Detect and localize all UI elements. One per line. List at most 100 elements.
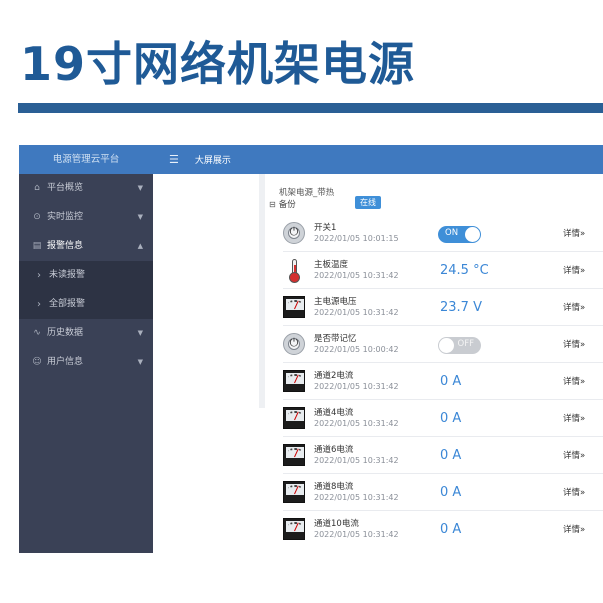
detail-link[interactable]: 详情» (563, 227, 585, 239)
banner-title: 19寸网络机架电源 (20, 37, 416, 91)
sidebar-subitem-all-alarms[interactable]: › 全部报警 (19, 290, 153, 319)
meter-icon (283, 296, 305, 318)
detail-link[interactable]: 详情» (563, 486, 585, 498)
item-value: 0 A (440, 374, 462, 389)
chevron-right-icon: › (37, 299, 41, 310)
device-panel: 机架电源_带热 ⊟ 备份 在线 ⏻ 开关1 2022/01/05 10:01:1… (267, 174, 603, 553)
list-item: 主电源电压 2022/01/05 10:31:42 23.7 V 详情» (283, 289, 603, 326)
toggle-knob (465, 227, 480, 242)
item-value: 0 A (440, 522, 462, 537)
page: 19寸网络机架电源 电源管理云平台 ⌂ 平台概览 ▼ ⊙ 实时监控 ▼ ▤ 报警… (0, 0, 603, 603)
meter-icon (283, 518, 305, 540)
chevron-down-icon: ▼ (137, 329, 143, 337)
sidebar-subitem-unread-alarms[interactable]: › 未读报警 (19, 261, 153, 290)
sidebar-item-history[interactable]: ∿ 历史数据 ▼ (19, 319, 153, 348)
chevron-down-icon: ▼ (137, 213, 143, 221)
item-value: 0 A (440, 485, 462, 500)
top-bar: ☰ 大屏展示 (153, 145, 603, 174)
list-item: ⏻ 是否带记忆 2022/01/05 10:00:42 OFF 详情» (283, 326, 603, 363)
item-name: 通道4电流 (314, 408, 354, 418)
big-screen-link[interactable]: 大屏展示 (195, 153, 231, 166)
chevron-down-icon: ▼ (137, 184, 143, 192)
chevron-up-icon: ▲ (137, 242, 143, 250)
item-name: 通道6电流 (314, 445, 354, 455)
blank-column (153, 174, 259, 553)
detail-link[interactable]: 详情» (563, 375, 585, 387)
item-value: 24.5 °C (440, 263, 489, 278)
list-item: 通道2电流 2022/01/05 10:31:42 0 A 详情» (283, 363, 603, 400)
item-timestamp: 2022/01/05 10:31:42 (314, 271, 399, 280)
sidebar-item-label: 实时监控 (47, 212, 84, 222)
meter-icon (283, 407, 305, 429)
detail-link[interactable]: 详情» (563, 264, 585, 276)
item-value: 0 A (440, 411, 462, 426)
sidebar-item-label: 历史数据 (47, 328, 84, 338)
meter-icon (283, 481, 305, 503)
sidebar-subitem-label: 全部报警 (49, 299, 86, 309)
toggle-knob (439, 338, 454, 353)
item-timestamp: 2022/01/05 10:31:42 (314, 419, 399, 428)
thermometer-icon (283, 259, 305, 283)
item-name: 通道2电流 (314, 371, 354, 381)
item-value: 23.7 V (440, 300, 482, 315)
alarm-icon: ▤ (32, 241, 42, 251)
sidebar-item-monitor[interactable]: ⊙ 实时监控 ▼ (19, 203, 153, 232)
sidebar-item-overview[interactable]: ⌂ 平台概览 ▼ (19, 174, 153, 203)
sidebar-brand: 电源管理云平台 (19, 145, 153, 174)
chevron-down-icon: ▼ (137, 358, 143, 366)
detail-link[interactable]: 详情» (563, 523, 585, 535)
list-item: ⏻ 开关1 2022/01/05 10:01:15 ON 详情» (283, 215, 603, 252)
power-icon: ⏻ (283, 333, 305, 355)
item-name: 开关1 (314, 223, 337, 233)
sidebar-item-label: 报警信息 (47, 241, 84, 251)
sidebar-subitem-label: 未读报警 (49, 270, 86, 280)
list-item: 通道10电流 2022/01/05 10:31:42 0 A 详情» (283, 511, 603, 548)
item-timestamp: 2022/01/05 10:31:42 (314, 382, 399, 391)
device-backup[interactable]: ⊟ 备份 (269, 198, 296, 211)
detail-link[interactable]: 详情» (563, 338, 585, 350)
toggle-label: ON (445, 228, 459, 238)
detail-link[interactable]: 详情» (563, 301, 585, 313)
list-item: 通道8电流 2022/01/05 10:31:42 0 A 详情» (283, 474, 603, 511)
menu-toggle-icon[interactable]: ☰ (169, 153, 179, 166)
list-item: 通道4电流 2022/01/05 10:31:42 0 A 详情» (283, 400, 603, 437)
history-icon: ∿ (33, 328, 41, 338)
switch-toggle[interactable]: ON (438, 226, 481, 243)
item-value: 0 A (440, 448, 462, 463)
status-badge: 在线 (355, 196, 381, 209)
sidebar-item-label: 用户信息 (47, 357, 84, 367)
home-icon: ⌂ (34, 183, 40, 193)
meter-icon (283, 370, 305, 392)
monitor-icon: ⊙ (33, 212, 41, 222)
meter-icon (283, 444, 305, 466)
app-screenshot: 电源管理云平台 ⌂ 平台概览 ▼ ⊙ 实时监控 ▼ ▤ 报警信息 ▲ › 未读报… (19, 145, 603, 553)
device-name: 机架电源_带热 (279, 188, 335, 198)
scrollbar[interactable] (259, 174, 265, 408)
item-timestamp: 2022/01/05 10:31:42 (314, 493, 399, 502)
backup-icon: ⊟ (269, 199, 276, 209)
item-name: 是否带记忆 (314, 334, 357, 344)
list-item: 通道6电流 2022/01/05 10:31:42 0 A 详情» (283, 437, 603, 474)
item-timestamp: 2022/01/05 10:31:42 (314, 308, 399, 317)
banner-divider (18, 103, 603, 113)
detail-link[interactable]: 详情» (563, 412, 585, 424)
sidebar-item-alarms[interactable]: ▤ 报警信息 ▲ (19, 232, 153, 261)
alarm-submenu: › 未读报警 › 全部报警 (19, 261, 153, 319)
power-icon: ⏻ (283, 222, 305, 244)
sidebar-item-users[interactable]: ☺ 用户信息 ▼ (19, 348, 153, 377)
list-item: 主板温度 2022/01/05 10:31:42 24.5 °C 详情» (283, 252, 603, 289)
backup-label: 备份 (278, 200, 296, 210)
detail-link[interactable]: 详情» (563, 449, 585, 461)
item-timestamp: 2022/01/05 10:01:15 (314, 234, 399, 243)
item-timestamp: 2022/01/05 10:31:42 (314, 530, 399, 539)
item-name: 通道10电流 (314, 519, 359, 529)
item-name: 主板温度 (314, 260, 349, 270)
chevron-right-icon: › (37, 270, 41, 281)
item-name: 通道8电流 (314, 482, 354, 492)
user-icon: ☺ (32, 357, 42, 367)
item-timestamp: 2022/01/05 10:00:42 (314, 345, 399, 354)
toggle-label: OFF (457, 339, 474, 349)
switch-toggle[interactable]: OFF (438, 337, 481, 354)
item-name: 主电源电压 (314, 297, 357, 307)
item-timestamp: 2022/01/05 10:31:42 (314, 456, 399, 465)
